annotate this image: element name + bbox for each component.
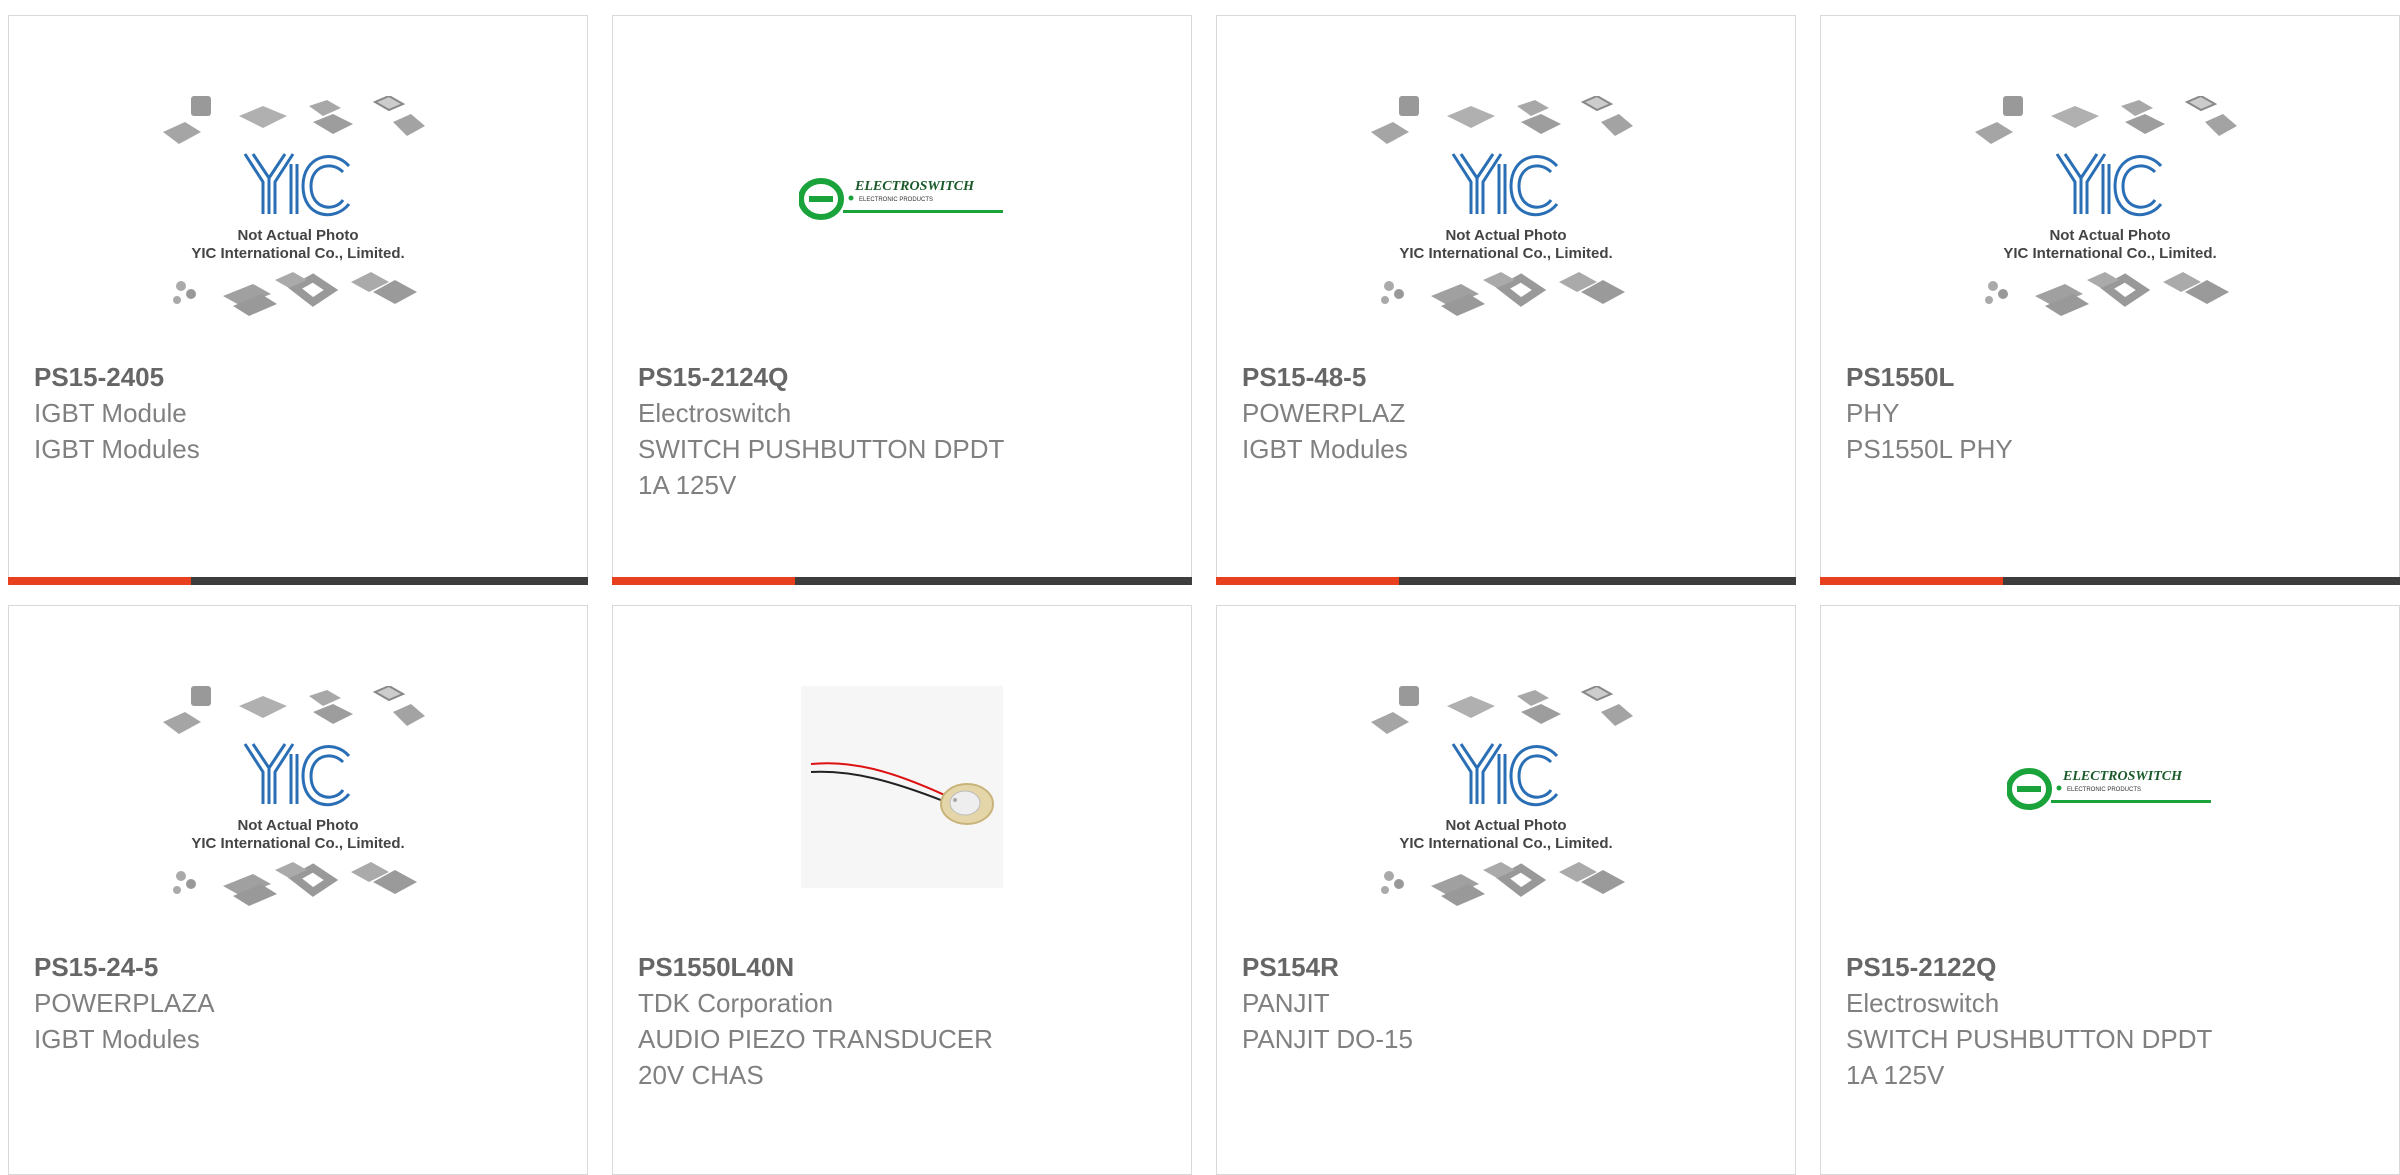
product-thumbnail[interactable]: Not Actual Photo YIC International Co., … [9, 96, 587, 366]
placeholder-line2: YIC International Co., Limited. [2003, 245, 2216, 262]
yic-placeholder-image: Not Actual Photo YIC International Co., … [163, 96, 425, 316]
manufacturer: PHY [1846, 398, 1900, 428]
part-number[interactable]: PS15-48-5 [1242, 359, 1775, 395]
card-accent-bar [8, 577, 191, 585]
product-info: PS1550L40N TDK Corporation AUDIO PIEZO TRA… [638, 949, 1171, 1093]
placeholder-line1: Not Actual Photo [237, 817, 358, 834]
piezo-transducer-photo [801, 686, 1003, 888]
product-info: PS15-2122Q Electroswitch SWITCH PUSHBUTTON… [1846, 949, 2379, 1093]
product-card[interactable]: Not Actual Photo YIC International Co., … [8, 15, 588, 585]
product-card[interactable]: Not Actual Photo YIC International Co., … [8, 605, 588, 1175]
product-description: SWITCH PUSHBUTTON DPDT 1A 125V [638, 434, 1005, 500]
electroswitch-brand: ELECTROSWITCH [2062, 769, 2183, 784]
product-card[interactable]: PS1550L40N TDK Corporation AUDIO PIEZO TRA… [612, 605, 1192, 1175]
product-description: AUDIO PIEZO TRANSDUCER 20V CHAS [638, 1024, 993, 1090]
yic-placeholder-image: Not Actual Photo YIC International Co., … [163, 686, 425, 906]
manufacturer: POWERPLAZA [34, 988, 215, 1018]
electroswitch-logo: ELECTROSWITCH ELECTRONIC PRODUCTS [799, 178, 1003, 220]
product-thumbnail[interactable]: Not Actual Photo YIC International Co., … [1217, 96, 1795, 366]
manufacturer: TDK Corporation [638, 988, 834, 1018]
part-number[interactable]: PS15-2124Q [638, 359, 1171, 395]
product-info: PS15-24-5 POWERPLAZA IGBT Modules [34, 949, 567, 1057]
placeholder-line2: YIC International Co., Limited. [191, 245, 404, 262]
product-description: IGBT Modules [34, 1024, 200, 1054]
part-number[interactable]: PS154R [1242, 949, 1775, 985]
card-bottom-bar [1216, 577, 1796, 585]
manufacturer: POWERPLAZ [1242, 398, 1406, 428]
manufacturer: PANJIT [1242, 988, 1330, 1018]
manufacturer: Electroswitch [1846, 988, 2000, 1018]
placeholder-line1: Not Actual Photo [1445, 817, 1566, 834]
product-thumbnail[interactable] [613, 686, 1191, 956]
product-description: IGBT Modules [1242, 434, 1408, 464]
placeholder-line2: YIC International Co., Limited. [1399, 245, 1612, 262]
product-card[interactable]: ELECTROSWITCH ELECTRONIC PRODUCTS PS15-2… [1820, 605, 2400, 1175]
product-card[interactable]: Not Actual Photo YIC International Co., … [1216, 15, 1796, 585]
product-grid: Not Actual Photo YIC International Co., … [8, 15, 2400, 1175]
placeholder-line1: Not Actual Photo [2049, 227, 2170, 244]
product-info: PS15-2405 IGBT Module IGBT Modules [34, 359, 567, 467]
card-accent-bar [1820, 577, 2003, 585]
product-card[interactable]: ELECTROSWITCH ELECTRONIC PRODUCTS PS15-2… [612, 15, 1192, 585]
product-description: IGBT Modules [34, 434, 200, 464]
placeholder-line1: Not Actual Photo [1445, 227, 1566, 244]
product-card[interactable]: Not Actual Photo YIC International Co., … [1820, 15, 2400, 585]
manufacturer: Electroswitch [638, 398, 792, 428]
part-number[interactable]: PS15-2405 [34, 359, 567, 395]
product-thumbnail[interactable]: Not Actual Photo YIC International Co., … [1821, 96, 2399, 366]
part-number[interactable]: PS1550L [1846, 359, 2379, 395]
product-thumbnail[interactable]: ELECTROSWITCH ELECTRONIC PRODUCTS [613, 96, 1191, 366]
manufacturer: IGBT Module [34, 398, 187, 428]
part-number[interactable]: PS15-2122Q [1846, 949, 2379, 985]
card-accent-bar [1216, 577, 1399, 585]
part-number[interactable]: PS15-24-5 [34, 949, 567, 985]
product-info: PS154R PANJIT PANJIT DO-15 [1242, 949, 1775, 1057]
placeholder-line1: Not Actual Photo [237, 227, 358, 244]
electroswitch-tagline: ELECTRONIC PRODUCTS [2067, 787, 2141, 793]
product-info: PS15-48-5 POWERPLAZ IGBT Modules [1242, 359, 1775, 467]
product-description: SWITCH PUSHBUTTON DPDT 1A 125V [1846, 1024, 2213, 1090]
placeholder-line2: YIC International Co., Limited. [191, 835, 404, 852]
electroswitch-tagline: ELECTRONIC PRODUCTS [859, 197, 933, 203]
product-card[interactable]: Not Actual Photo YIC International Co., … [1216, 605, 1796, 1175]
product-description: PANJIT DO-15 [1242, 1024, 1413, 1054]
card-bottom-bar [1820, 577, 2400, 585]
yic-placeholder-image: Not Actual Photo YIC International Co., … [1371, 686, 1633, 906]
card-accent-bar [612, 577, 795, 585]
product-info: PS1550L PHY PS1550L PHY [1846, 359, 2379, 467]
yic-placeholder-image: Not Actual Photo YIC International Co., … [1975, 96, 2237, 316]
yic-placeholder-image: Not Actual Photo YIC International Co., … [1371, 96, 1633, 316]
product-info: PS15-2124Q Electroswitch SWITCH PUSHBUTTON… [638, 359, 1171, 503]
product-thumbnail[interactable]: ELECTROSWITCH ELECTRONIC PRODUCTS [1821, 686, 2399, 956]
product-thumbnail[interactable]: Not Actual Photo YIC International Co., … [9, 686, 587, 956]
electroswitch-brand: ELECTROSWITCH [854, 179, 975, 194]
placeholder-line2: YIC International Co., Limited. [1399, 835, 1612, 852]
product-thumbnail[interactable]: Not Actual Photo YIC International Co., … [1217, 686, 1795, 956]
part-number[interactable]: PS1550L40N [638, 949, 1171, 985]
product-description: PS1550L PHY [1846, 434, 2013, 464]
electroswitch-logo: ELECTROSWITCH ELECTRONIC PRODUCTS [2007, 768, 2211, 810]
card-bottom-bar [612, 577, 1192, 585]
card-bottom-bar [8, 577, 588, 585]
